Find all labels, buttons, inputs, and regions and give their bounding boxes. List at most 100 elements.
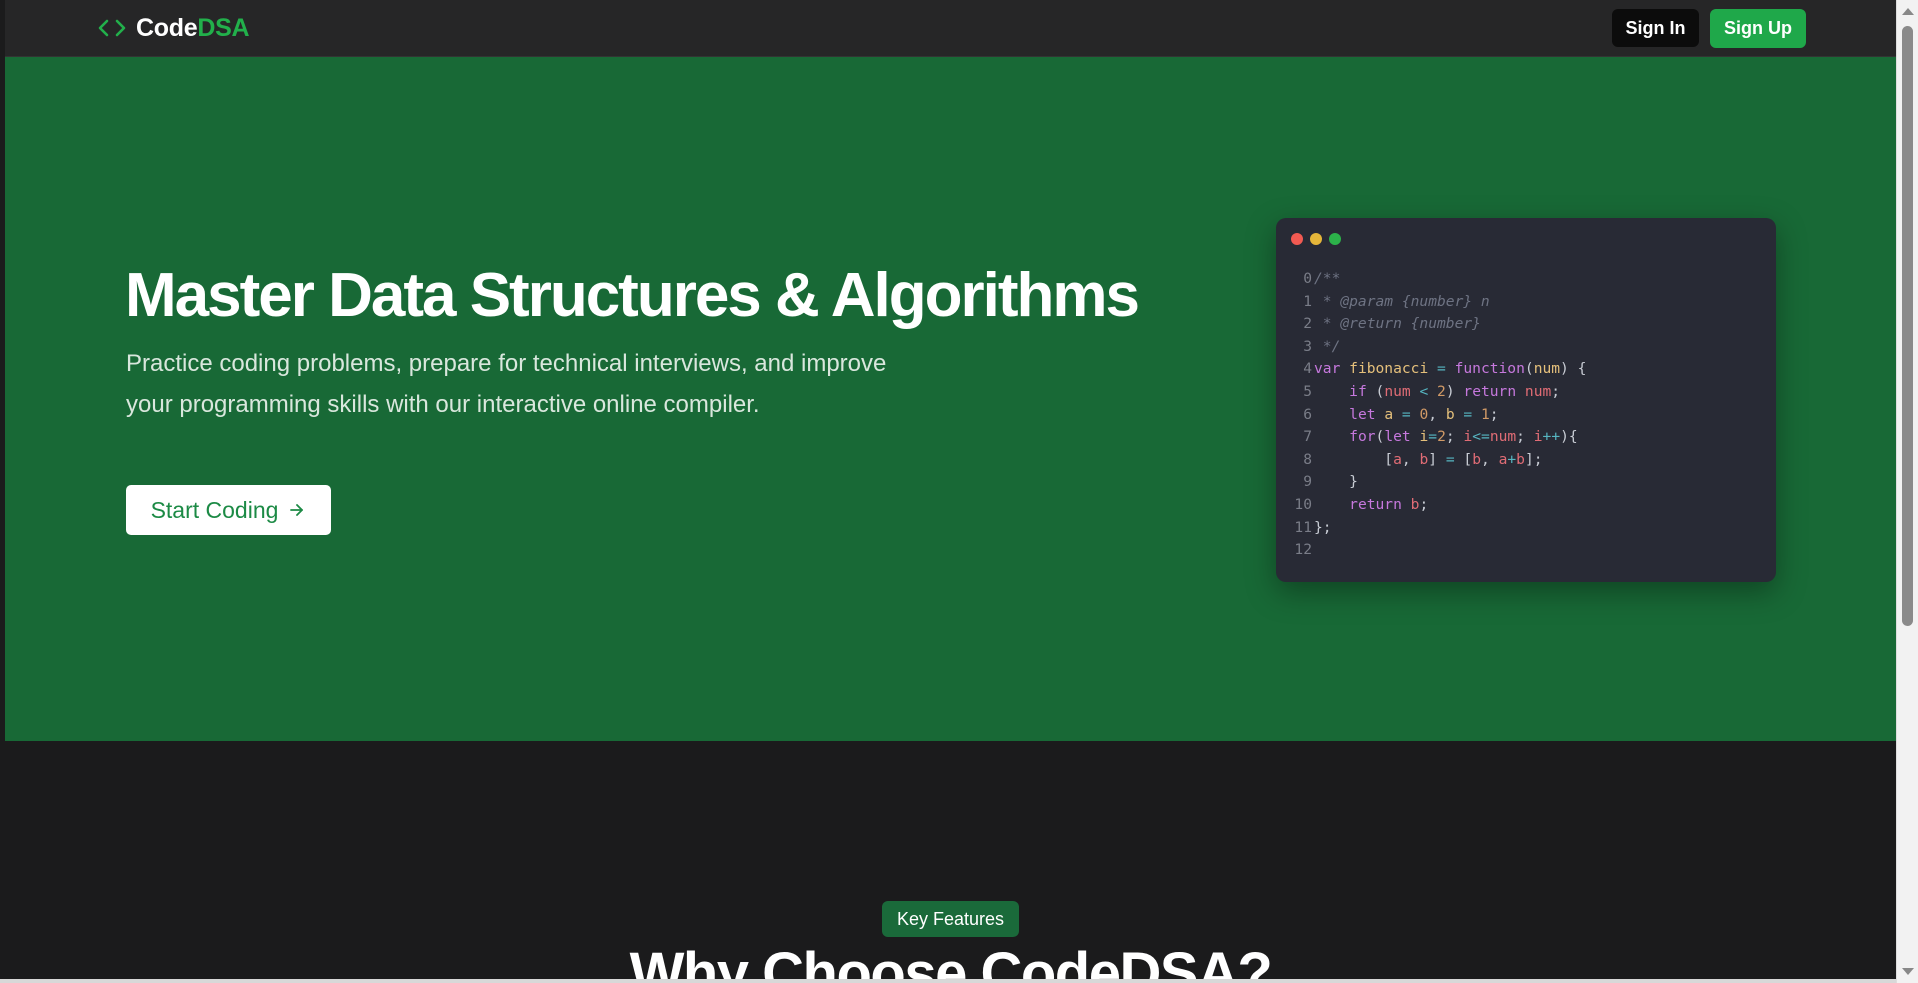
navbar: CodeDSA Sign In Sign Up [5,0,1896,57]
line-number: 6 [1303,405,1312,423]
code-token: < [1410,382,1438,400]
code-line: 3 */ [1290,336,1586,359]
line-number: 10 [1294,495,1312,513]
line-number: 12 [1294,541,1312,559]
code-token: /** [1314,270,1341,287]
code-token: let [1384,428,1420,446]
code-text: }; [1312,517,1332,540]
code-token: ; [1445,428,1464,446]
code-token: } [1314,473,1358,491]
code-token: [ [1454,450,1473,468]
code-token: ] [1428,450,1446,468]
sign-up-button[interactable]: Sign Up [1710,9,1806,48]
code-token: [ [1314,450,1394,468]
hero-section: Master Data Structures & Algorithms Prac… [5,57,1896,741]
code-line: 6 let a = 0, b = 1; [1290,404,1586,427]
features-title: Why Choose CodeDSA? [629,941,1273,979]
sign-in-button[interactable]: Sign In [1612,9,1699,47]
line-number: 11 [1294,518,1312,536]
code-token: ++ [1542,428,1561,446]
code-token: function [1454,360,1525,378]
logo-text: CodeDSA [136,13,250,43]
code-line: 9 } [1290,471,1586,494]
page-viewport: CodeDSA Sign In Sign Up Master Data Stru… [5,0,1896,979]
scroll-thumb[interactable] [1902,26,1913,626]
page-scrollbar[interactable] [1896,0,1918,983]
logo-prefix: Code [136,13,198,42]
code-token: b [1445,405,1455,423]
code-token: ){ [1560,428,1578,446]
code-token: , [1428,405,1446,423]
code-token: num [1489,428,1517,446]
code-token: num [1384,382,1411,400]
code-token: 1 [1481,405,1490,423]
code-line: 5 if (num < 2) return num; [1290,381,1586,404]
code-token: 2 [1437,428,1446,446]
logo[interactable]: CodeDSA [96,12,250,44]
arrow-right-icon [290,504,304,516]
code-token: * @param {number} n [1314,292,1490,310]
close-dot-icon [1291,233,1303,245]
features-section: Key Features Why Choose CodeDSA? [5,741,1896,979]
code-token: var [1314,360,1350,378]
code-token: = [1393,405,1420,423]
code-token: = [1454,405,1481,423]
start-coding-button[interactable]: Start Coding [126,485,331,535]
code-token: = [1445,450,1455,468]
code-token: , [1401,450,1420,468]
code-token: i [1463,428,1473,446]
code-token: i [1419,428,1429,446]
code-line: 8 [a, b] = [b, a+b]; [1290,449,1586,472]
code-brackets-icon [98,19,126,37]
code-token: ; [1516,428,1534,446]
code-token: if [1349,382,1376,400]
line-number: 4 [1303,360,1312,378]
code-token: ) [1445,382,1464,400]
code-token: fibonacci [1349,360,1429,378]
code-preview-window: 0/** 1 * @param {number} n2 * @return {nu… [1276,218,1776,582]
maximize-dot-icon [1329,233,1341,245]
features-badge: Key Features [882,901,1019,937]
code-token: i [1533,428,1543,446]
code-token: ; [1489,405,1499,423]
code-text: */ [1312,336,1341,359]
code-text: return b; [1312,494,1428,517]
code-token: <= [1472,428,1490,446]
minimize-dot-icon [1310,233,1322,245]
code-token: 2 [1437,382,1446,400]
code-text: /** [1312,268,1340,291]
code-token: = [1428,428,1438,446]
window-controls [1291,233,1341,245]
code-text: [a, b] = [b, a+b]; [1312,449,1543,472]
code-text: if (num < 2) return num; [1312,381,1560,404]
code-text: var fibonacci = function(num) { [1312,358,1586,381]
line-number: 5 [1303,382,1312,400]
code-token: , [1481,450,1499,468]
code-token: }; [1314,518,1332,536]
code-line: 2 * @return {number} [1290,313,1586,336]
code-token: a [1384,405,1394,423]
line-number: 9 [1303,473,1312,491]
code-line: 12 [1290,539,1586,562]
scroll-up-arrow-icon[interactable] [1902,8,1914,15]
line-number: 1 [1303,292,1312,310]
code-token: let [1349,405,1385,423]
code-line: 10 return b; [1290,494,1586,517]
line-number: 8 [1303,450,1312,468]
code-line: 11}; [1290,517,1586,540]
code-token: num [1524,382,1552,400]
code-token: ]; [1524,450,1543,468]
scroll-down-arrow-icon[interactable] [1902,968,1914,975]
hero-description: Practice coding problems, prepare for te… [126,350,887,418]
code-text: * @return {number} [1312,313,1481,336]
code-text: } [1312,471,1358,494]
code-line: 1 * @param {number} n [1290,291,1586,314]
code-token: b [1419,450,1429,468]
code-token: * @return {number} [1314,315,1481,333]
code-token: ; [1551,382,1561,400]
